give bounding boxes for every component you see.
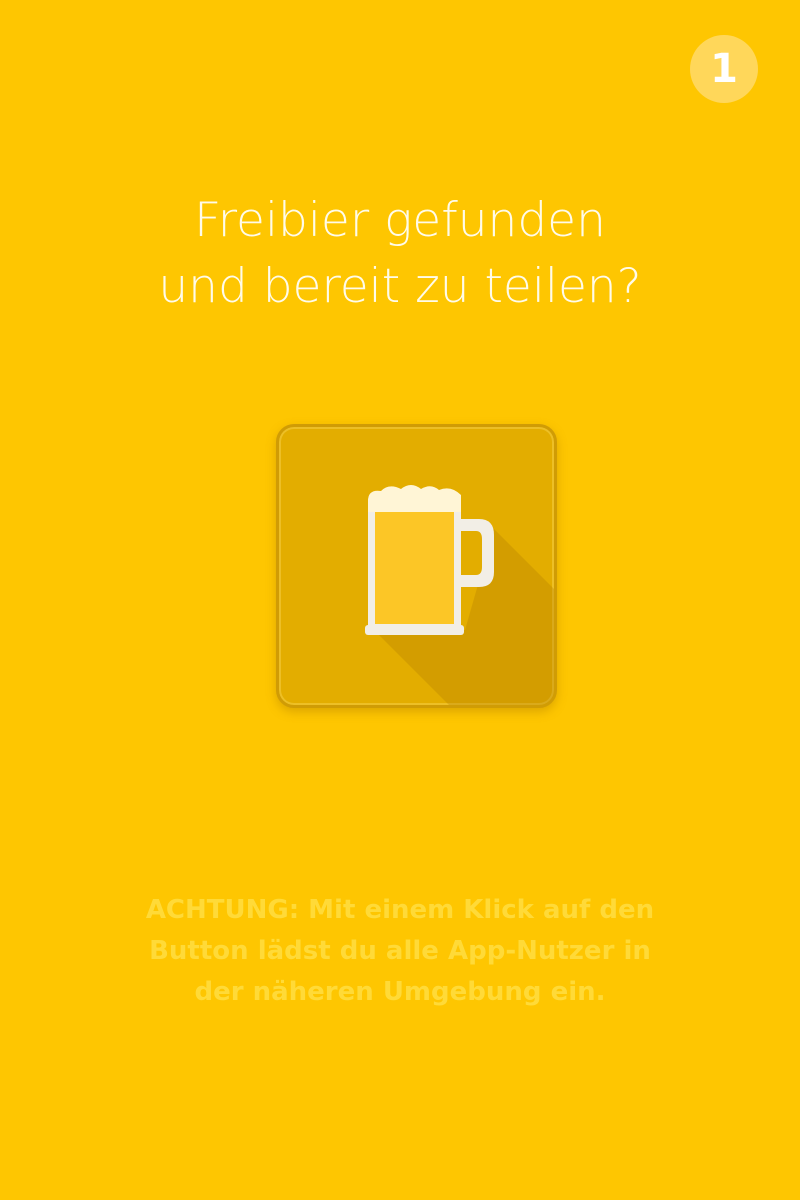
warning-text: ACHTUNG: Mit einem Klick auf den Button … [0,890,800,1013]
warning-line-3: der näheren Umgebung ein. [194,977,606,1007]
title-line-2: und bereit zu teilen? [158,259,642,314]
share-beer-button[interactable] [276,424,557,708]
step-badge: 1 [690,35,758,103]
warning-line-1: ACHTUNG: Mit einem Klick auf den [145,895,655,925]
title-line-1: Freibier gefunden [194,193,606,248]
beer-mug-icon [365,485,554,705]
warning-line-2: Button lädst du alle App-Nutzer in [149,936,651,966]
page-title: Freibier gefunden und bereit zu teilen? [0,188,800,320]
